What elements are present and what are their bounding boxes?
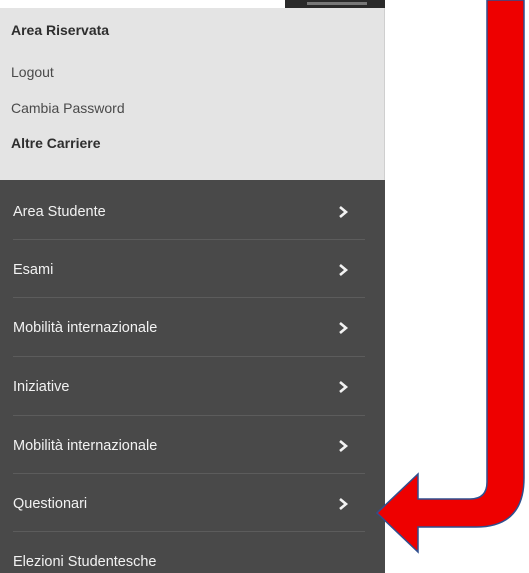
chevron-right-icon: [337, 439, 349, 453]
chevron-right-icon: [337, 205, 349, 219]
logout-link[interactable]: Logout: [11, 64, 54, 80]
red-arrow-pointer-shape: [375, 0, 525, 554]
menu-divider: [13, 415, 365, 416]
other-careers-label: Altre Carriere: [11, 135, 101, 151]
header-image-fragment: [285, 0, 385, 8]
menu-divider: [13, 239, 365, 240]
menu-item-area-studente[interactable]: Area Studente: [0, 183, 385, 241]
change-password-link[interactable]: Cambia Password: [11, 100, 125, 116]
chevron-right-icon: [337, 321, 349, 335]
menu-divider: [13, 297, 365, 298]
main-menu: Area Studente Esami Mobilità internazion…: [0, 180, 385, 573]
reserved-area-box: Area Riservata Logout Cambia Password Al…: [0, 8, 385, 180]
menu-item-label: Mobilità internazionale: [13, 438, 158, 454]
chevron-right-icon: [337, 263, 349, 277]
side-navigation-panel: Area Riservata Logout Cambia Password Al…: [0, 0, 385, 573]
chevron-right-icon: [337, 497, 349, 511]
menu-item-label: Iniziative: [13, 379, 70, 395]
reserved-area-title: Area Riservata: [11, 22, 110, 38]
chevron-right-icon: [337, 380, 349, 394]
menu-item-mobilita-internazionale-2[interactable]: Mobilità internazionale: [0, 417, 385, 475]
menu-item-mobilita-internazionale[interactable]: Mobilità internazionale: [0, 299, 385, 357]
menu-divider: [13, 356, 365, 357]
menu-item-elezioni-studentesche[interactable]: Elezioni Studentesche: [0, 533, 385, 573]
menu-item-label: Elezioni Studentesche: [13, 554, 157, 570]
menu-item-esami[interactable]: Esami: [0, 241, 385, 299]
menu-item-label: Area Studente: [13, 204, 106, 220]
menu-divider: [13, 531, 365, 532]
menu-item-label: Questionari: [13, 496, 88, 512]
menu-item-questionari[interactable]: Questionari: [0, 475, 385, 533]
menu-divider: [13, 473, 365, 474]
menu-item-label: Esami: [13, 262, 54, 278]
menu-item-iniziative[interactable]: Iniziative: [0, 358, 385, 416]
menu-item-label: Mobilità internazionale: [13, 320, 158, 336]
